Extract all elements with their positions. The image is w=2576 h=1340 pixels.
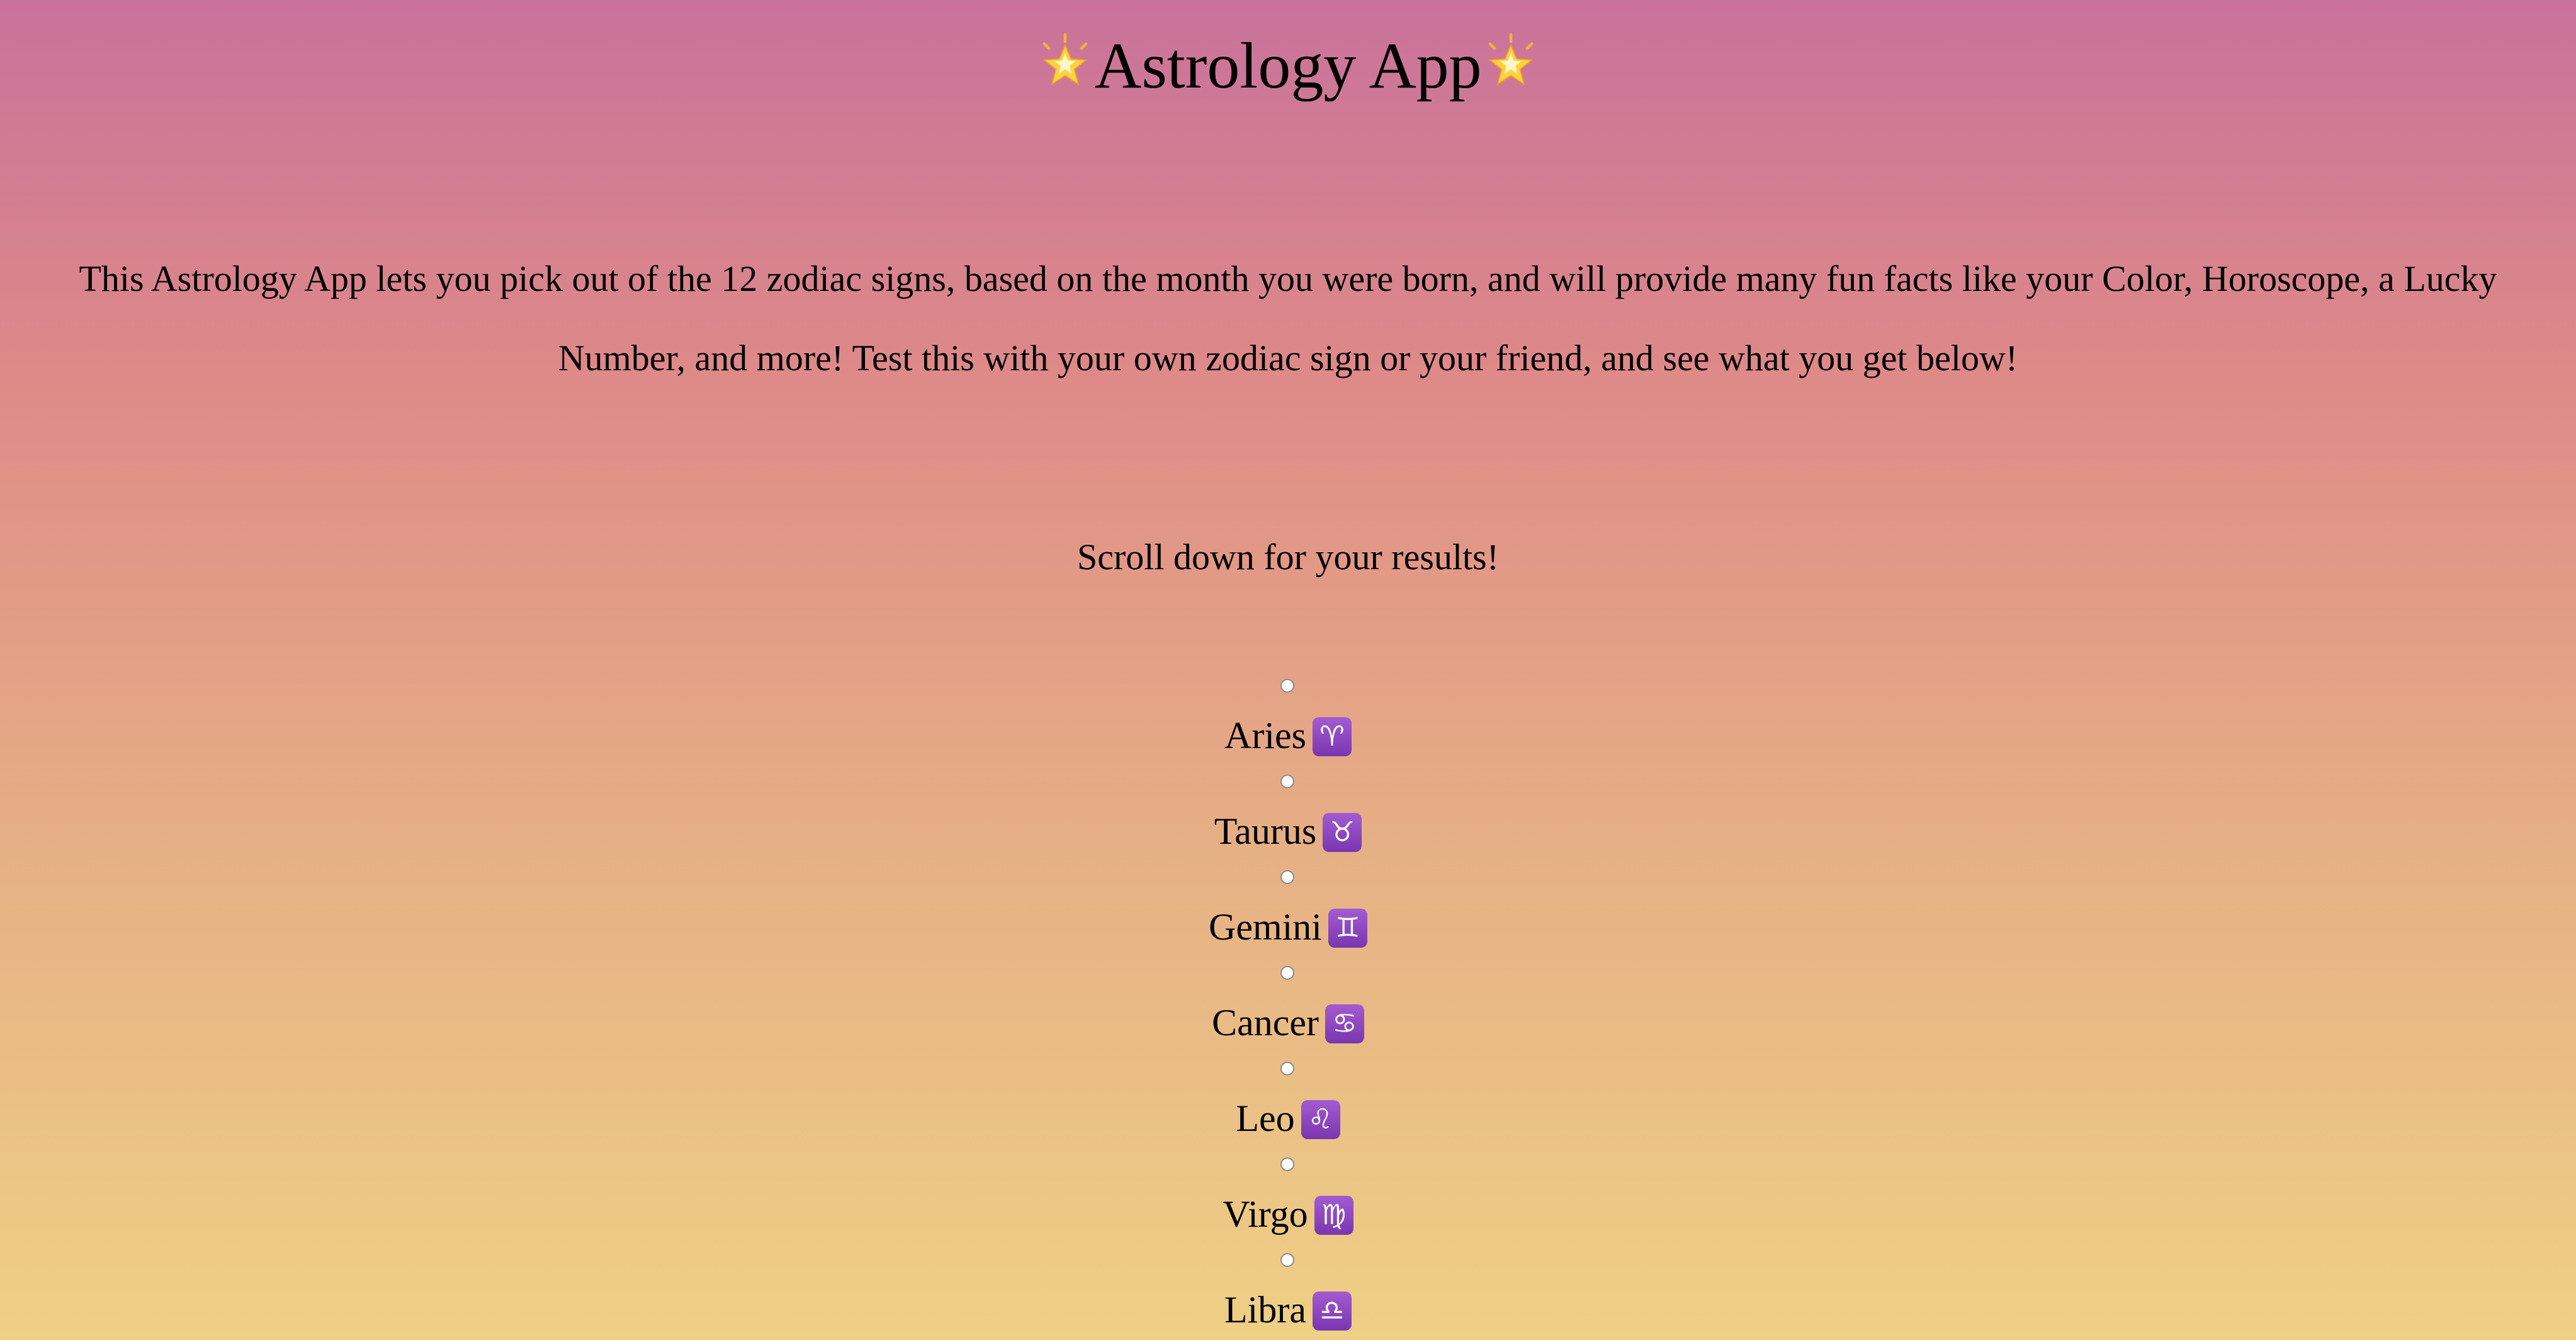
sign-option-aries[interactable]: Aries ♈	[0, 667, 2576, 763]
sign-name: Taurus	[1214, 810, 1317, 852]
sign-label-aries[interactable]: Aries ♈	[0, 710, 2576, 761]
aries-radio[interactable]	[1280, 679, 1294, 693]
sign-label-leo[interactable]: Leo ♌	[0, 1093, 2576, 1144]
cancer-icon: ♋	[1325, 1004, 1364, 1043]
sign-label-cancer[interactable]: Cancer ♋	[0, 997, 2576, 1048]
title-text: Astrology App	[1094, 30, 1482, 102]
gemini-icon: ♊	[1328, 909, 1367, 948]
sign-option-cancer[interactable]: Cancer ♋	[0, 955, 2576, 1050]
sign-name: Aries	[1224, 715, 1306, 756]
sign-name: Cancer	[1212, 1002, 1319, 1043]
sign-option-libra[interactable]: Libra ♎	[0, 1242, 2576, 1337]
page-title: Astrology App	[0, 19, 2576, 113]
sign-name: Virgo	[1223, 1193, 1308, 1235]
aries-icon: ♈	[1312, 717, 1352, 756]
taurus-icon: ♉	[1323, 813, 1362, 852]
virgo-icon: ♍	[1314, 1196, 1353, 1235]
sign-option-leo[interactable]: Leo ♌	[0, 1050, 2576, 1146]
sign-option-gemini[interactable]: Gemini ♊	[0, 859, 2576, 955]
sign-name: Gemini	[1209, 906, 1322, 948]
cancer-radio[interactable]	[1280, 966, 1294, 980]
sign-label-virgo[interactable]: Virgo ♍	[0, 1189, 2576, 1239]
sign-option-taurus[interactable]: Taurus ♉	[0, 763, 2576, 859]
intro-line-2: Number, and more! Test this with your ow…	[558, 338, 2018, 378]
leo-icon: ♌	[1301, 1100, 1340, 1139]
leo-radio[interactable]	[1280, 1062, 1294, 1076]
glowing-star-icon	[1042, 33, 1088, 86]
sign-name: Leo	[1236, 1098, 1295, 1139]
sign-label-taurus[interactable]: Taurus ♉	[0, 806, 2576, 856]
libra-radio[interactable]	[1280, 1253, 1294, 1267]
intro-line-1: This Astrology App lets you pick out of …	[79, 258, 2497, 299]
glowing-star-icon	[1488, 33, 1534, 86]
sign-option-virgo[interactable]: Virgo ♍	[0, 1146, 2576, 1242]
gemini-radio[interactable]	[1280, 870, 1294, 884]
libra-icon: ♎	[1312, 1292, 1352, 1331]
sign-label-gemini[interactable]: Gemini ♊	[0, 902, 2576, 952]
zodiac-sign-list: Aries ♈ Taurus ♉ Gemini ♊ Cancer ♋ Leo ♌ Virg…	[0, 667, 2576, 1337]
intro-paragraph: This Astrology App lets you pick out of …	[0, 239, 2576, 398]
taurus-radio[interactable]	[1280, 775, 1294, 788]
sign-label-libra[interactable]: Libra ♎	[0, 1285, 2576, 1335]
scroll-hint: Scroll down for your results!	[1076, 537, 1500, 577]
sign-name: Libra	[1224, 1289, 1306, 1331]
virgo-radio[interactable]	[1280, 1157, 1294, 1171]
